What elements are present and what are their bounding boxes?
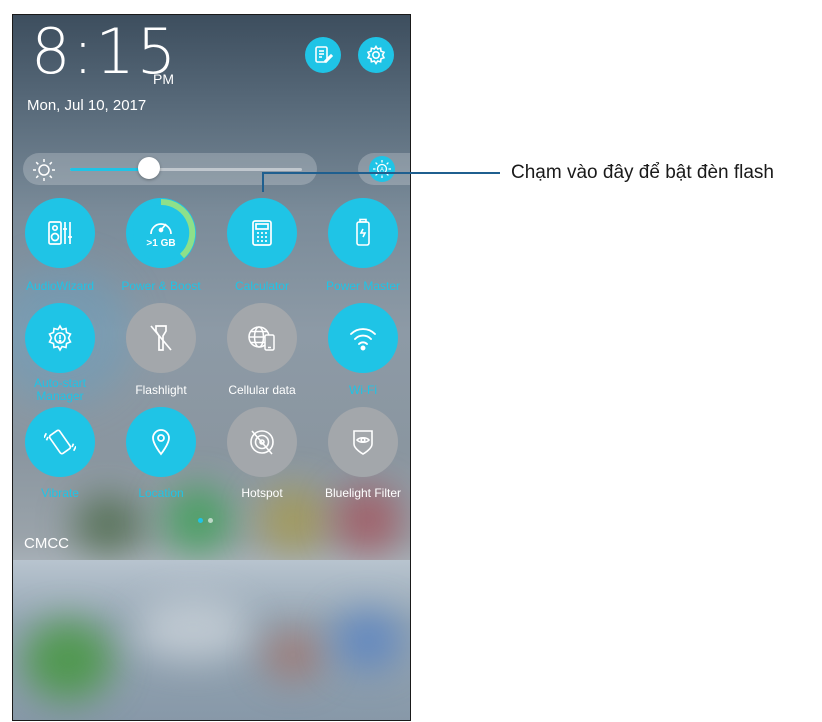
- tile-hotspot[interactable]: [227, 407, 297, 477]
- callout-line: [262, 172, 500, 174]
- page-indicator[interactable]: [208, 518, 213, 523]
- tile-wifi[interactable]: [328, 303, 398, 373]
- callout-text: Chạm vào đây để bật đèn flash: [511, 162, 775, 183]
- clock-ampm: PM: [153, 71, 174, 87]
- tile-label-hotspot: Hotspot: [241, 486, 283, 500]
- tile-label-bluelight-filter: Bluelight Filter: [324, 486, 402, 500]
- sun-icon: [32, 158, 56, 182]
- phone-screen: 8:15 PM Mon, Jul 10, 2017 A >1 GB AudioW…: [12, 14, 411, 721]
- speaker-eq-icon: [45, 218, 75, 248]
- callout-pointer: [262, 172, 264, 192]
- tile-power-boost[interactable]: >1 GB: [126, 198, 196, 268]
- page-indicator-active[interactable]: [198, 518, 203, 523]
- tile-calculator[interactable]: [227, 198, 297, 268]
- tile-label-power-master: Power Master: [325, 279, 401, 293]
- tile-label-wifi: Wi-Fi: [349, 383, 377, 397]
- tile-label-location: Location: [138, 486, 184, 500]
- tile-auto-start-manager[interactable]: [25, 303, 95, 373]
- tile-label-power-boost: Power & Boost: [121, 279, 201, 293]
- location-pin-icon: [150, 427, 172, 457]
- settings-button[interactable]: [358, 37, 394, 73]
- globe-phone-icon: [246, 323, 278, 353]
- tile-label-audiowizard: AudioWizard: [25, 279, 95, 293]
- calculator-icon: [249, 218, 275, 248]
- clock-date: Mon, Jul 10, 2017: [27, 97, 147, 114]
- battery-icon: [353, 218, 373, 248]
- brightness-slider-knob[interactable]: [138, 157, 160, 179]
- carrier-label: CMCC: [24, 535, 69, 552]
- tile-power-master[interactable]: [328, 198, 398, 268]
- tile-label-vibrate: Vibrate: [41, 486, 79, 500]
- tile-location[interactable]: [126, 407, 196, 477]
- tile-flashlight[interactable]: [126, 303, 196, 373]
- auto-brightness-icon[interactable]: A: [369, 156, 395, 182]
- tile-label-calculator: Calculator: [234, 279, 290, 293]
- settings-gear-icon: [365, 44, 387, 66]
- tile-label-cellular-data: Cellular data: [228, 383, 296, 397]
- tile-vibrate[interactable]: [25, 407, 95, 477]
- speedometer-icon: >1 GB: [146, 217, 176, 249]
- tile-cellular-data[interactable]: [227, 303, 297, 373]
- notes-edit-icon: [313, 45, 333, 65]
- eye-filter-icon: [350, 428, 376, 456]
- notes-edit-button[interactable]: [305, 37, 341, 73]
- tile-audiowizard[interactable]: [25, 198, 95, 268]
- flashlight-off-icon: [147, 323, 175, 353]
- tile-label-flashlight: Flashlight: [135, 383, 187, 397]
- tile-label-auto-start-manager: Auto-start Manager: [33, 376, 87, 403]
- tile-bluelight-filter[interactable]: [328, 407, 398, 477]
- memory-badge: >1 GB: [146, 238, 176, 249]
- vibrate-icon: [44, 426, 76, 458]
- wifi-icon: [348, 325, 378, 351]
- home-screen-preview: [13, 560, 410, 720]
- hotspot-off-icon: [247, 427, 277, 457]
- gear-shield-icon: [45, 323, 75, 353]
